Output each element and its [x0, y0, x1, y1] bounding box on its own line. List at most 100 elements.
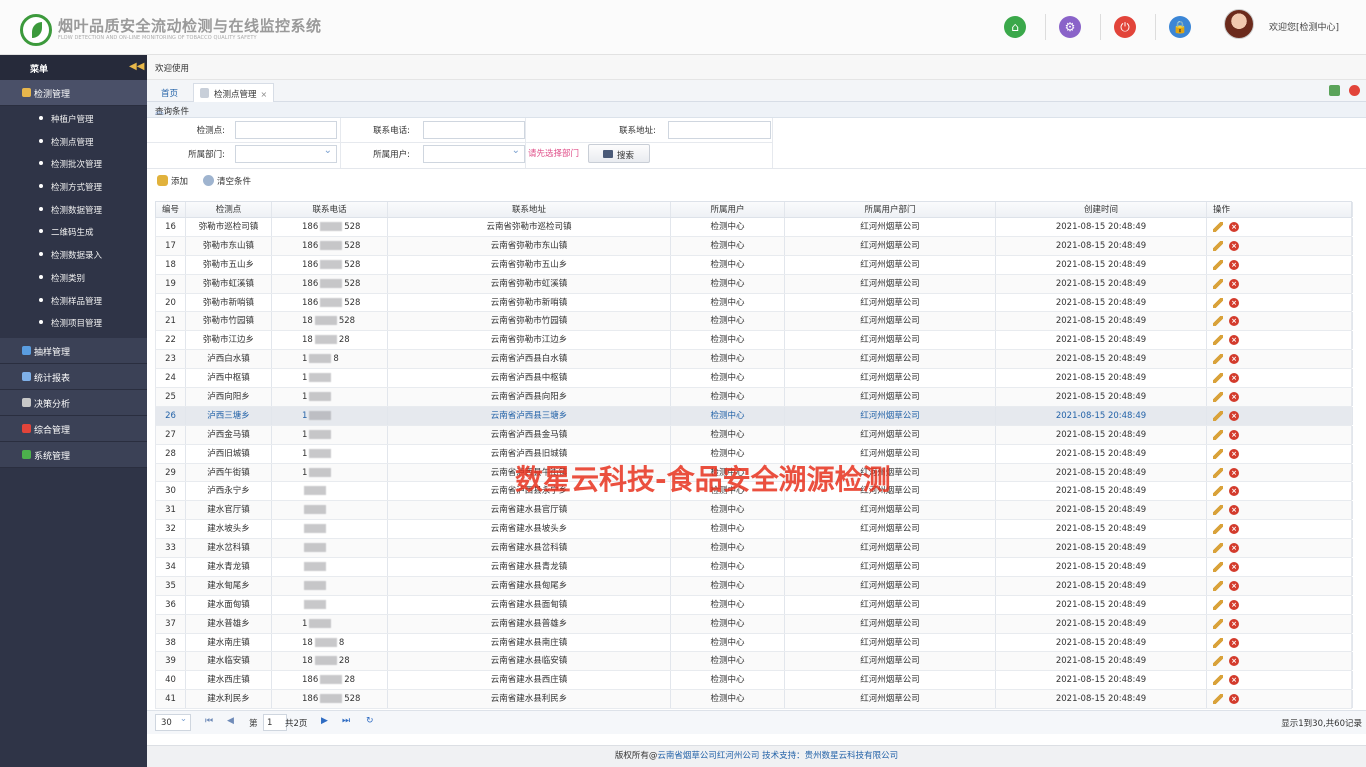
delete-icon[interactable]: × [1229, 524, 1239, 535]
column-header[interactable]: 编号 [156, 202, 186, 217]
page-size-select[interactable]: 30 [155, 714, 191, 731]
delete-icon[interactable]: × [1229, 410, 1239, 421]
sidebar-item-5[interactable]: 二维码生成 [0, 220, 147, 243]
delete-icon[interactable]: × [1229, 580, 1239, 591]
edit-icon[interactable] [1213, 297, 1223, 308]
delete-icon[interactable]: × [1229, 656, 1239, 667]
delete-icon[interactable]: × [1229, 316, 1239, 327]
delete-icon[interactable]: × [1229, 373, 1239, 384]
clear-button[interactable]: 清空条件 [203, 175, 251, 187]
edit-icon[interactable] [1213, 278, 1223, 289]
table-row[interactable]: 20 弥勒市新哨镇 186 528 云南省弥勒市新哨镇 检测中心 红河州烟草公司 2021-0… [155, 293, 1353, 313]
home-icon[interactable]: ⌂ [1004, 16, 1026, 38]
delete-icon[interactable]: × [1229, 429, 1239, 440]
edit-icon[interactable] [1213, 694, 1223, 705]
edit-icon[interactable] [1213, 524, 1223, 535]
delete-icon[interactable]: × [1229, 448, 1239, 459]
edit-icon[interactable] [1213, 562, 1223, 573]
column-header[interactable]: 所属用户部门 [785, 202, 996, 217]
double-chevron-left-icon[interactable]: ◀◀ [129, 60, 144, 74]
edit-icon[interactable] [1213, 373, 1223, 384]
address-input[interactable] [668, 121, 771, 139]
sidebar-item-6[interactable]: 检测数据录入 [0, 243, 147, 266]
welcome-user[interactable]: 欢迎您[检测中心] [1269, 20, 1339, 33]
table-row[interactable]: 18 弥勒市五山乡 186 528 云南省弥勒市五山乡 检测中心 红河州烟草公司 2021-0… [155, 255, 1353, 275]
prev-page-icon[interactable]: ◀ [227, 716, 234, 726]
edit-icon[interactable] [1213, 543, 1223, 554]
tab-detection-point[interactable]: 检测点管理 × [193, 83, 275, 102]
menu-group-4[interactable]: 综合管理 [0, 415, 147, 442]
delete-icon[interactable]: × [1229, 675, 1239, 686]
table-row[interactable]: 27 泸西金马镇 1 云南省泸西县金马镇 检测中心 红河州烟草公司 2021-08-15 2… [155, 425, 1353, 445]
lock-icon[interactable]: 🔒 [1169, 16, 1191, 38]
delete-icon[interactable]: × [1229, 467, 1239, 478]
sidebar-item-1[interactable]: 检测点管理 [0, 130, 147, 153]
menu-group-3[interactable]: 决策分析 [0, 389, 147, 416]
delete-icon[interactable]: × [1229, 637, 1239, 648]
next-page-icon[interactable]: ▶ [321, 716, 328, 726]
delete-icon[interactable]: × [1229, 335, 1239, 346]
table-row[interactable]: 37 建水普雄乡 1 云南省建水县普雄乡 检测中心 红河州烟草公司 2021-08-15 2… [155, 614, 1353, 634]
first-page-icon[interactable]: ⏮ [205, 716, 213, 726]
edit-icon[interactable] [1213, 316, 1223, 327]
delete-icon[interactable]: × [1229, 486, 1239, 497]
delete-icon[interactable]: × [1229, 297, 1239, 308]
menu-group-1[interactable]: 抽样管理 [0, 337, 147, 364]
table-row[interactable]: 32 建水坡头乡 云南省建水县坡头乡 检测中心 红河州烟草公司 2021-08-15 20… [155, 520, 1353, 540]
table-row[interactable]: 41 建水利民乡 186 528 云南省建水县利民乡 检测中心 红河州烟草公司 2021-08… [155, 690, 1353, 710]
close-all-icon[interactable] [1349, 85, 1360, 96]
edit-icon[interactable] [1213, 637, 1223, 648]
table-row[interactable]: 39 建水临安镇 18 28 云南省建水县临安镇 检测中心 红河州烟草公司 2021-08-1… [155, 652, 1353, 672]
table-row[interactable]: 31 建水官厅镇 云南省建水县官厅镇 检测中心 红河州烟草公司 2021-08-15 20… [155, 501, 1353, 521]
delete-icon[interactable]: × [1229, 543, 1239, 554]
collapse-up-icon[interactable]: ︽ [155, 104, 1358, 117]
delete-icon[interactable]: × [1229, 354, 1239, 365]
delete-icon[interactable]: × [1229, 618, 1239, 629]
edit-icon[interactable] [1213, 599, 1223, 610]
phone-input[interactable] [423, 121, 525, 139]
add-button[interactable]: 添加 [157, 175, 188, 187]
table-row[interactable]: 38 建水南庄镇 18 8 云南省建水县南庄镇 检测中心 红河州烟草公司 2021-08-15… [155, 633, 1353, 653]
delete-icon[interactable]: × [1229, 278, 1239, 289]
edit-icon[interactable] [1213, 448, 1223, 459]
refresh-icon[interactable]: ↻ [366, 716, 374, 726]
delete-icon[interactable]: × [1229, 240, 1239, 251]
sidebar-item-0[interactable]: 种植户管理 [0, 107, 147, 130]
edit-icon[interactable] [1213, 486, 1223, 497]
column-header[interactable]: 操作 [1207, 202, 1353, 217]
close-icon[interactable]: × [261, 90, 268, 99]
edit-icon[interactable] [1213, 656, 1223, 667]
delete-icon[interactable]: × [1229, 259, 1239, 270]
edit-icon[interactable] [1213, 580, 1223, 591]
edit-icon[interactable] [1213, 410, 1223, 421]
menu-group-5[interactable]: 系统管理 [0, 441, 147, 468]
table-row[interactable]: 36 建水面甸镇 云南省建水县面甸镇 检测中心 红河州烟草公司 2021-08-15 20… [155, 595, 1353, 615]
table-row[interactable]: 23 泸西白水镇 1 8 云南省泸西县白水镇 检测中心 红河州烟草公司 2021-08-15 … [155, 350, 1353, 370]
edit-icon[interactable] [1213, 354, 1223, 365]
table-row[interactable]: 33 建水岔科镇 云南省建水县岔科镇 检测中心 红河州烟草公司 2021-08-15 20… [155, 539, 1353, 559]
table-row[interactable]: 26 泸西三塘乡 1 云南省泸西县三塘乡 检测中心 红河州烟草公司 2021-08-15 2… [155, 406, 1353, 426]
power-icon[interactable]: ⏻ [1114, 16, 1136, 38]
sidebar-item-2[interactable]: 检测批次管理 [0, 152, 147, 175]
avatar[interactable] [1224, 9, 1254, 39]
delete-icon[interactable]: × [1229, 392, 1239, 403]
delete-icon[interactable]: × [1229, 505, 1239, 516]
edit-icon[interactable] [1213, 335, 1223, 346]
table-row[interactable]: 22 弥勒市江边乡 18 28 云南省弥勒市江边乡 检测中心 红河州烟草公司 2021-08-… [155, 331, 1353, 351]
table-row[interactable]: 24 泸西中枢镇 1 云南省泸西县中枢镇 检测中心 红河州烟草公司 2021-08-15 2… [155, 369, 1353, 389]
column-header[interactable]: 联系地址 [388, 202, 671, 217]
table-row[interactable]: 17 弥勒市东山镇 186 528 云南省弥勒市东山镇 检测中心 红河州烟草公司 2021-0… [155, 236, 1353, 256]
column-header[interactable]: 创建时间 [996, 202, 1207, 217]
menu-group-0[interactable]: 检测管理 [0, 80, 147, 106]
table-row[interactable]: 34 建水青龙镇 云南省建水县青龙镇 检测中心 红河州烟草公司 2021-08-15 20… [155, 558, 1353, 577]
sidebar-item-9[interactable]: 检测项目管理 [0, 311, 147, 334]
column-header[interactable]: 所属用户 [671, 202, 785, 217]
edit-icon[interactable] [1213, 675, 1223, 686]
owner-link[interactable]: 云南省烟草公司红河州公司 [657, 751, 759, 761]
edit-icon[interactable] [1213, 222, 1223, 232]
column-header[interactable]: 检测点 [186, 202, 272, 217]
column-header[interactable]: 联系电话 [272, 202, 388, 217]
tab-home[interactable]: 首页 [155, 83, 184, 102]
page-input[interactable]: 1 [263, 714, 287, 731]
edit-icon[interactable] [1213, 618, 1223, 629]
